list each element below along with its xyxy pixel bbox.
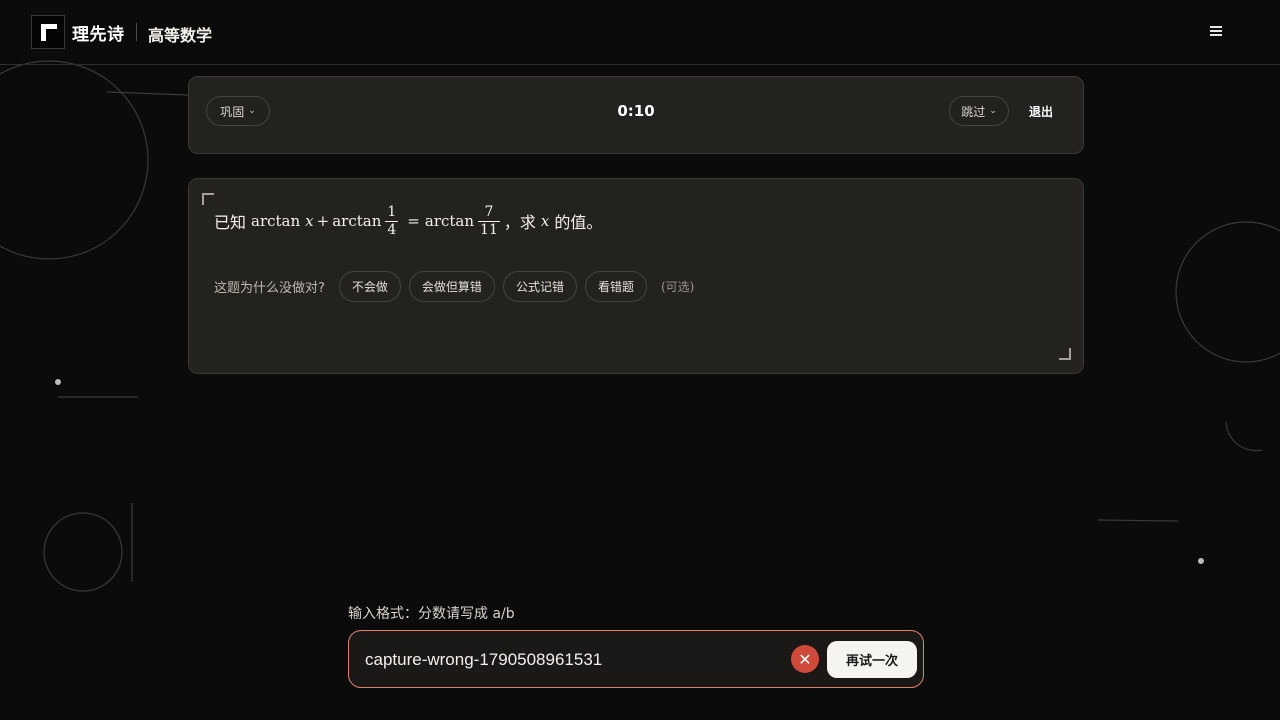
math-func: arctan <box>332 212 382 230</box>
reason-chip-misread[interactable]: 看错题 <box>584 270 647 302</box>
subject-title: 高等数学 <box>148 26 213 45</box>
skip-dropdown[interactable]: 跳过 ⌄ <box>949 96 1009 126</box>
fraction-denominator: 11 <box>480 221 498 238</box>
question-ask: 求 <box>519 213 536 232</box>
question-suffix: 的值。 <box>554 213 603 232</box>
fraction-one-quarter: 1 4 <box>385 203 399 238</box>
question-prefix: 已知 <box>214 213 247 232</box>
fraction-numerator: 7 <box>484 203 494 220</box>
corner-bracket-top-left <box>202 193 214 205</box>
brand-name[interactable]: 理先诗 <box>72 20 125 45</box>
reason-chip-formula-wrong[interactable]: 公式记错 <box>502 270 577 302</box>
optional-note: (可选) <box>660 279 695 294</box>
reason-chip-dont-know[interactable]: 不会做 <box>338 270 401 302</box>
math-func: arctan <box>251 212 301 230</box>
skip-label: 跳过 <box>961 104 986 119</box>
brand-divider <box>136 23 137 41</box>
math-equals: = <box>407 212 420 230</box>
logo-icon[interactable] <box>31 15 65 49</box>
answer-input[interactable] <box>365 645 785 675</box>
math-var: x <box>540 212 550 230</box>
mistake-reason-label: 这题为什么没做对? <box>214 280 325 296</box>
fraction-numerator: 1 <box>387 203 397 220</box>
retry-button[interactable]: 再试一次 <box>827 641 917 678</box>
exit-button[interactable]: 退出 <box>1029 103 1053 120</box>
menu-icon[interactable] <box>1210 24 1230 40</box>
question-text: 已知 arctan x + arctan 1 4 = arctan 7 11 ，… <box>214 201 602 241</box>
format-hint: 输入格式：分数请写成 a/b <box>348 606 515 622</box>
answer-box: ✕ 再试一次 <box>348 630 924 688</box>
math-plus: + <box>316 212 330 230</box>
fraction-denominator: 4 <box>387 221 397 238</box>
reason-chip-calc-error[interactable]: 会做但算错 <box>408 270 495 302</box>
top-bar: 理先诗 高等数学 <box>0 0 1280 65</box>
question-card: 已知 arctan x + arctan 1 4 = arctan 7 11 ，… <box>188 178 1084 374</box>
chevron-down-icon: ⌄ <box>989 106 997 116</box>
mistake-reason-row: 这题为什么没做对? 不会做 会做但算错 公式记错 看错题 (可选) <box>214 270 694 302</box>
fraction-seven-elevenths: 7 11 <box>478 203 500 238</box>
question-comma: ， <box>503 213 520 232</box>
corner-bracket-bottom-right <box>1059 348 1071 360</box>
close-icon[interactable]: ✕ <box>791 645 819 673</box>
math-func: arctan <box>424 212 475 230</box>
practice-control-panel: 巩固 ⌄ 0:10 跳过 ⌄ 退出 <box>188 76 1084 154</box>
math-var: x <box>305 212 314 230</box>
